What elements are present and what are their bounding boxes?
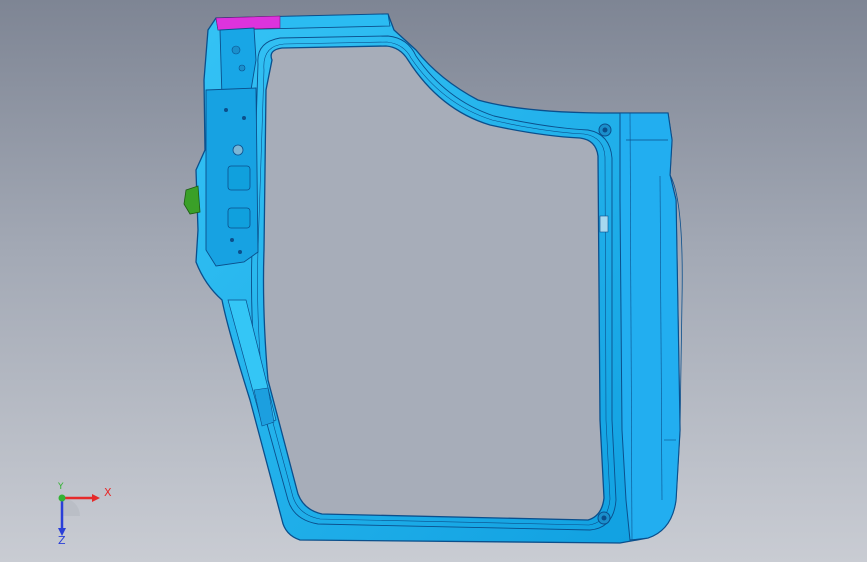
bracket-hole (232, 144, 244, 156)
door-frame-model[interactable] (0, 0, 867, 562)
hinge-bracket-upper (219, 27, 257, 99)
coordinate-triad: X Y Z (40, 478, 130, 548)
latch-slot (599, 215, 609, 233)
graphics-viewport[interactable]: X Y Z (0, 0, 867, 562)
z-axis-label: Z (58, 534, 66, 547)
bracket-pocket-1 (227, 165, 251, 191)
y-axis-dot (58, 494, 66, 502)
bracket-pocket-2 (227, 207, 251, 229)
y-axis-label: Y (58, 482, 64, 492)
green-clip (183, 185, 201, 215)
x-axis-label: X (104, 486, 112, 499)
highlight-patch (215, 15, 281, 31)
